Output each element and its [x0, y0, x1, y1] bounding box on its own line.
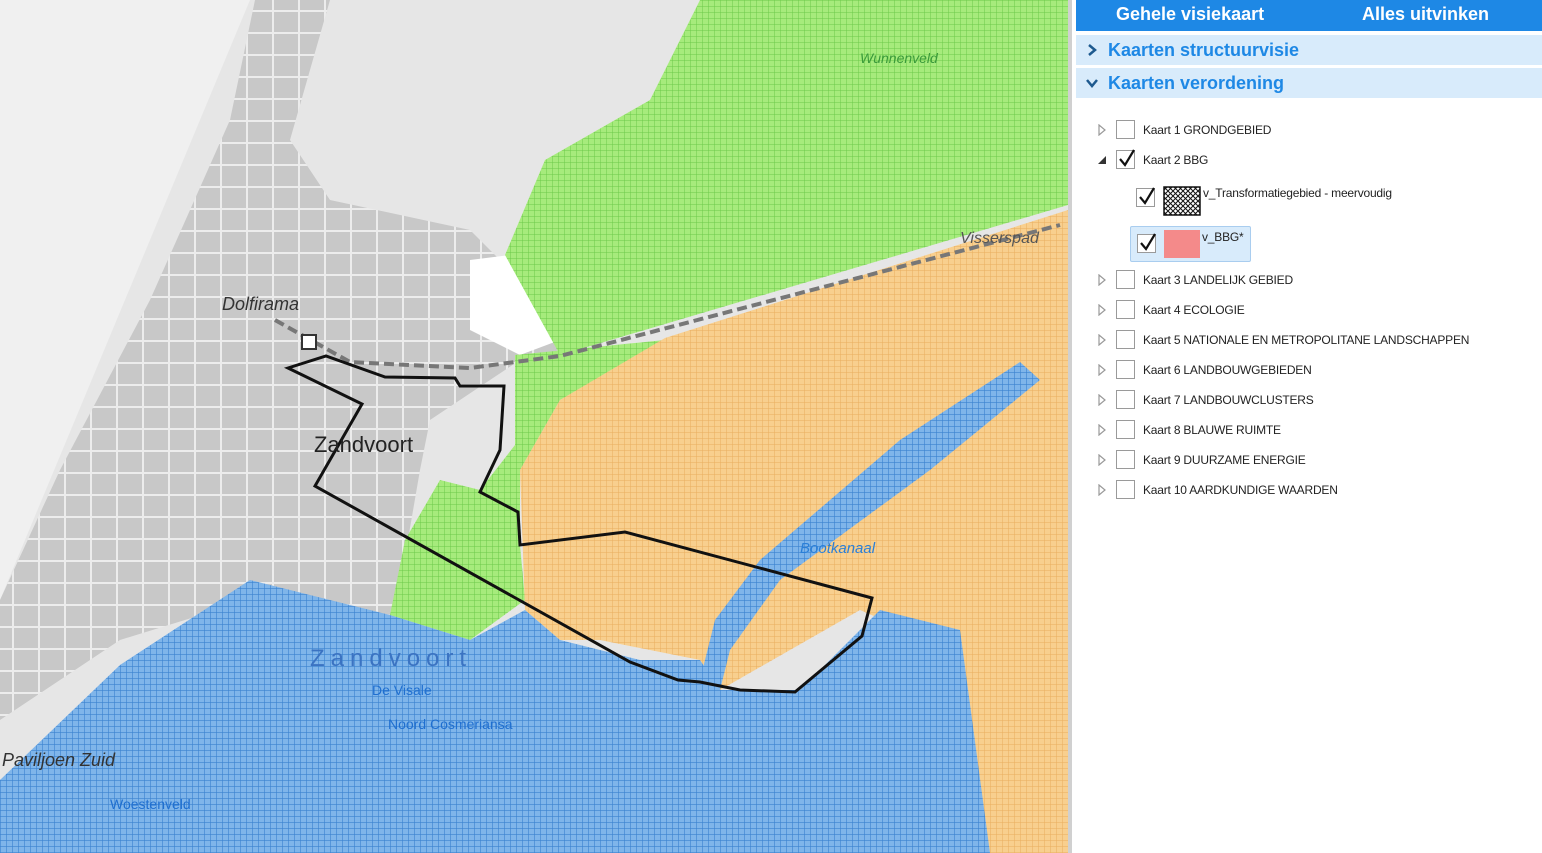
layer-checkbox[interactable]	[1116, 390, 1135, 409]
map-label-paviljoen: Paviljoen Zuid	[2, 750, 116, 770]
map-label-zandvoort: Zandvoort	[314, 432, 414, 457]
expand-triangle-icon[interactable]	[1096, 363, 1108, 376]
section-verordening[interactable]: Kaarten verordening	[1076, 68, 1542, 98]
expand-triangle-icon[interactable]	[1096, 303, 1108, 316]
expand-triangle-icon[interactable]	[1096, 393, 1108, 406]
sublayer-row-transformatiegebied[interactable]: v_Transformatiegebied - meervoudig	[1136, 186, 1392, 216]
layer-checkbox[interactable]	[1116, 270, 1135, 289]
layer-row-kaart-8[interactable]: Kaart 8 BLAUWE RUIMTE	[1096, 420, 1281, 439]
sublayer-label: v_BBG*	[1202, 230, 1244, 244]
layer-label: Kaart 1 GRONDGEBIED	[1143, 122, 1272, 137]
layer-row-kaart-4[interactable]: Kaart 4 ECOLOGIE	[1096, 300, 1245, 319]
checkmark-icon	[1140, 233, 1156, 251]
layer-label: Kaart 5 NATIONALE EN METROPOLITANE LANDS…	[1143, 332, 1470, 347]
sublayer-label: v_Transformatiegebied - meervoudig	[1203, 186, 1392, 200]
layer-checkbox[interactable]	[1116, 330, 1135, 349]
layer-label: Kaart 7 LANDBOUWCLUSTERS	[1143, 392, 1314, 407]
layer-label: Kaart 3 LANDELIJK GEBIED	[1143, 272, 1293, 287]
sublayer-row-bbg[interactable]: v_BBG*	[1130, 226, 1251, 262]
layer-panel: Gehele visiekaart Alles uitvinken Kaarte…	[1068, 0, 1542, 853]
checkmark-icon	[1139, 187, 1155, 205]
layer-row-kaart-7[interactable]: Kaart 7 LANDBOUWCLUSTERS	[1096, 390, 1314, 409]
layer-label: Kaart 2 BBG	[1143, 152, 1209, 167]
checkmark-icon	[1119, 149, 1135, 167]
layer-label: Kaart 9 DUURZAME ENERGIE	[1143, 452, 1306, 467]
layer-row-kaart-6[interactable]: Kaart 6 LANDBOUWGEBIEDEN	[1096, 360, 1312, 379]
expand-triangle-icon[interactable]	[1096, 123, 1108, 136]
layer-row-kaart-2[interactable]: Kaart 2 BBG	[1096, 149, 1209, 169]
map-canvas[interactable]	[0, 0, 1068, 853]
map-view[interactable]: Dolfirama Zandvoort Zandvoort De Visale …	[0, 0, 1068, 853]
uncheck-all-button[interactable]: Alles uitvinken	[1362, 4, 1489, 25]
station-icon	[301, 334, 317, 350]
map-label-dolfirama: Dolfirama	[222, 294, 300, 314]
layer-row-kaart-10[interactable]: Kaart 10 AARDKUNDIGE WAARDEN	[1096, 480, 1338, 499]
map-label-kanaal: Bootkanaal	[800, 540, 876, 557]
layer-checkbox[interactable]	[1116, 420, 1135, 439]
chevron-down-icon	[1086, 79, 1098, 88]
hatch-swatch-icon	[1163, 186, 1201, 216]
layer-label: Kaart 6 LANDBOUWGEBIEDEN	[1143, 362, 1312, 377]
map-label-noord-cosmenansa: Noord Cosmeriansa	[388, 716, 513, 732]
bbg-color-swatch	[1164, 230, 1200, 258]
layer-checkbox[interactable]	[1116, 300, 1135, 319]
layer-checkbox[interactable]	[1116, 480, 1135, 499]
section-label: Kaarten structuurvisie	[1108, 39, 1300, 60]
layer-checkbox[interactable]	[1116, 149, 1135, 169]
chevron-right-icon	[1088, 44, 1097, 56]
sublayer-checkbox[interactable]	[1136, 187, 1155, 207]
sublayer-checkbox[interactable]	[1137, 233, 1156, 253]
expand-triangle-icon[interactable]	[1096, 423, 1108, 436]
map-label-zandvoort-water: Zandvoort	[310, 645, 473, 672]
expand-triangle-icon[interactable]	[1096, 333, 1108, 346]
section-label: Kaarten verordening	[1108, 72, 1285, 93]
layer-checkbox[interactable]	[1116, 120, 1135, 139]
layer-row-kaart-1[interactable]: Kaart 1 GRONDGEBIED	[1096, 120, 1271, 139]
expand-triangle-icon[interactable]	[1096, 273, 1108, 286]
map-label-wunnenveld: Wunnenveld	[860, 50, 938, 66]
layer-label: Kaart 8 BLAUWE RUIMTE	[1143, 422, 1281, 437]
layer-checkbox[interactable]	[1116, 360, 1135, 379]
layer-label: Kaart 10 AARDKUNDIGE WAARDEN	[1143, 482, 1338, 497]
whole-map-button[interactable]: Gehele visiekaart	[1116, 4, 1264, 25]
layer-row-kaart-3[interactable]: Kaart 3 LANDELIJK GEBIED	[1096, 270, 1293, 289]
expand-triangle-icon[interactable]	[1096, 453, 1108, 466]
layer-checkbox[interactable]	[1116, 450, 1135, 469]
layer-label: Kaart 4 ECOLOGIE	[1143, 302, 1245, 317]
expand-triangle-icon[interactable]	[1096, 483, 1108, 496]
collapse-triangle-icon[interactable]	[1096, 154, 1108, 166]
layer-row-kaart-9[interactable]: Kaart 9 DUURZAME ENERGIE	[1096, 450, 1306, 469]
layer-row-kaart-5[interactable]: Kaart 5 NATIONALE EN METROPOLITANE LANDS…	[1096, 330, 1469, 349]
panel-toolbar: Gehele visiekaart Alles uitvinken	[1076, 0, 1542, 31]
map-label-woestenveld: Woestenveld	[110, 796, 191, 812]
map-label-de-vissen: De Visale	[372, 682, 432, 698]
section-structuurvisie[interactable]: Kaarten structuurvisie	[1076, 35, 1542, 65]
map-label-vissersbaai: Visserspad	[960, 230, 1039, 247]
